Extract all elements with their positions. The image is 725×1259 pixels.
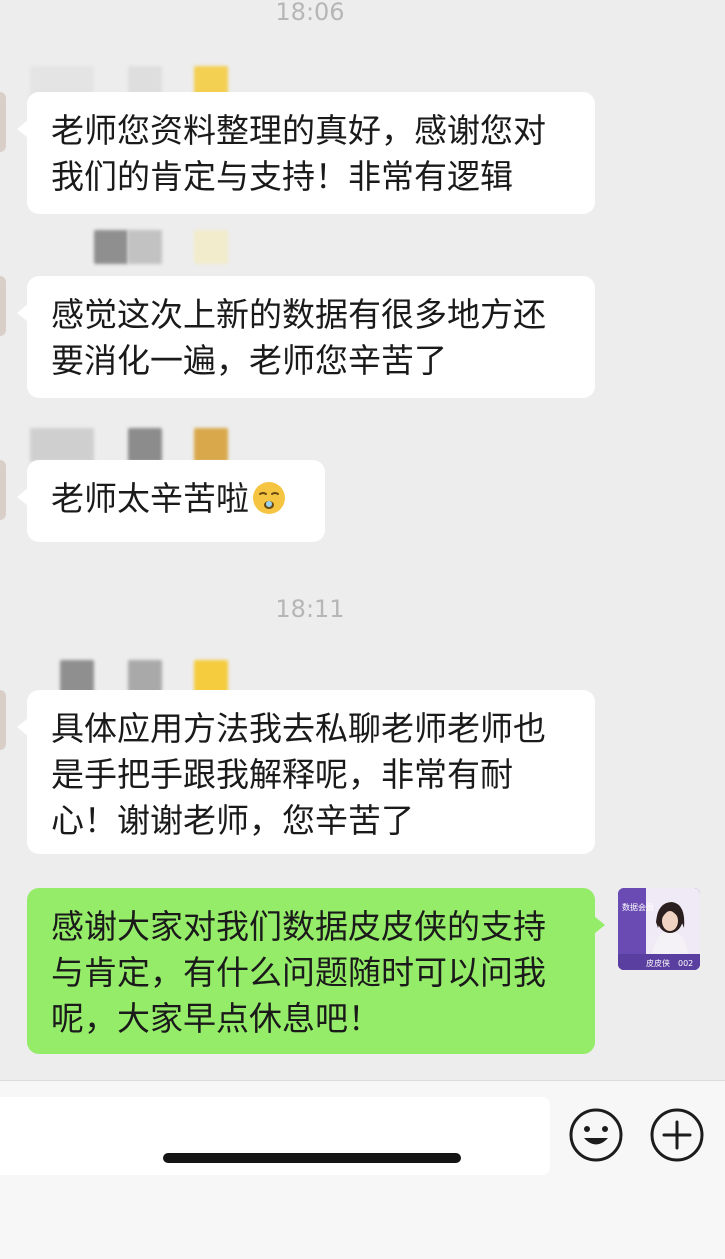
- sender-name-blurred: [30, 230, 230, 264]
- sender-avatar[interactable]: [0, 460, 6, 520]
- my-avatar[interactable]: 数据会员 皮皮侠 002: [618, 888, 700, 970]
- avatar-portrait-image: 数据会员 皮皮侠 002: [618, 888, 700, 970]
- message-bubble-incoming[interactable]: 老师太辛苦啦: [17, 460, 325, 542]
- emoji-button[interactable]: [566, 1105, 626, 1165]
- message-text: 老师太辛苦啦: [51, 479, 249, 518]
- sender-avatar[interactable]: [0, 690, 6, 750]
- sender-name-blurred: [30, 428, 230, 462]
- avatar-name-text: 皮皮侠: [646, 958, 670, 968]
- sender-avatar[interactable]: [0, 92, 6, 152]
- message-bubble-incoming[interactable]: 感觉这次上新的数据有很多地方还 要消化一遍，老师您辛苦了: [17, 276, 595, 398]
- sleeping-face-emoji-icon: [253, 481, 285, 514]
- timestamp: 18:11: [275, 595, 345, 623]
- message-input[interactable]: [0, 1097, 550, 1175]
- home-indicator[interactable]: [163, 1153, 461, 1163]
- message-bubble-incoming[interactable]: 老师您资料整理的真好，感谢您对 我们的肯定与支持！非常有逻辑: [17, 92, 595, 214]
- more-button[interactable]: [647, 1105, 707, 1165]
- plus-circle-icon: [650, 1108, 704, 1162]
- input-bar: [0, 1080, 725, 1259]
- avatar-badge-text: 数据会员: [622, 902, 654, 912]
- timestamp: 18:06: [275, 0, 345, 26]
- sender-name-blurred: [30, 660, 230, 694]
- sender-avatar[interactable]: [0, 276, 6, 336]
- message-bubble-outgoing[interactable]: 感谢大家对我们数据皮皮侠的支持 与肯定，有什么问题随时可以问我 呢，大家早点休息…: [27, 888, 605, 1054]
- avatar-number-text: 002: [678, 959, 693, 968]
- message-bubble-incoming[interactable]: 具体应用方法我去私聊老师老师也 是手把手跟我解释呢，非常有耐 心！谢谢老师，您辛…: [17, 690, 595, 854]
- chat-area[interactable]: 18:06 老师您资料整理的真好，感谢您对 我们的肯定与支持！非常有逻辑 感觉这…: [0, 0, 725, 1080]
- smiley-icon: [569, 1108, 623, 1162]
